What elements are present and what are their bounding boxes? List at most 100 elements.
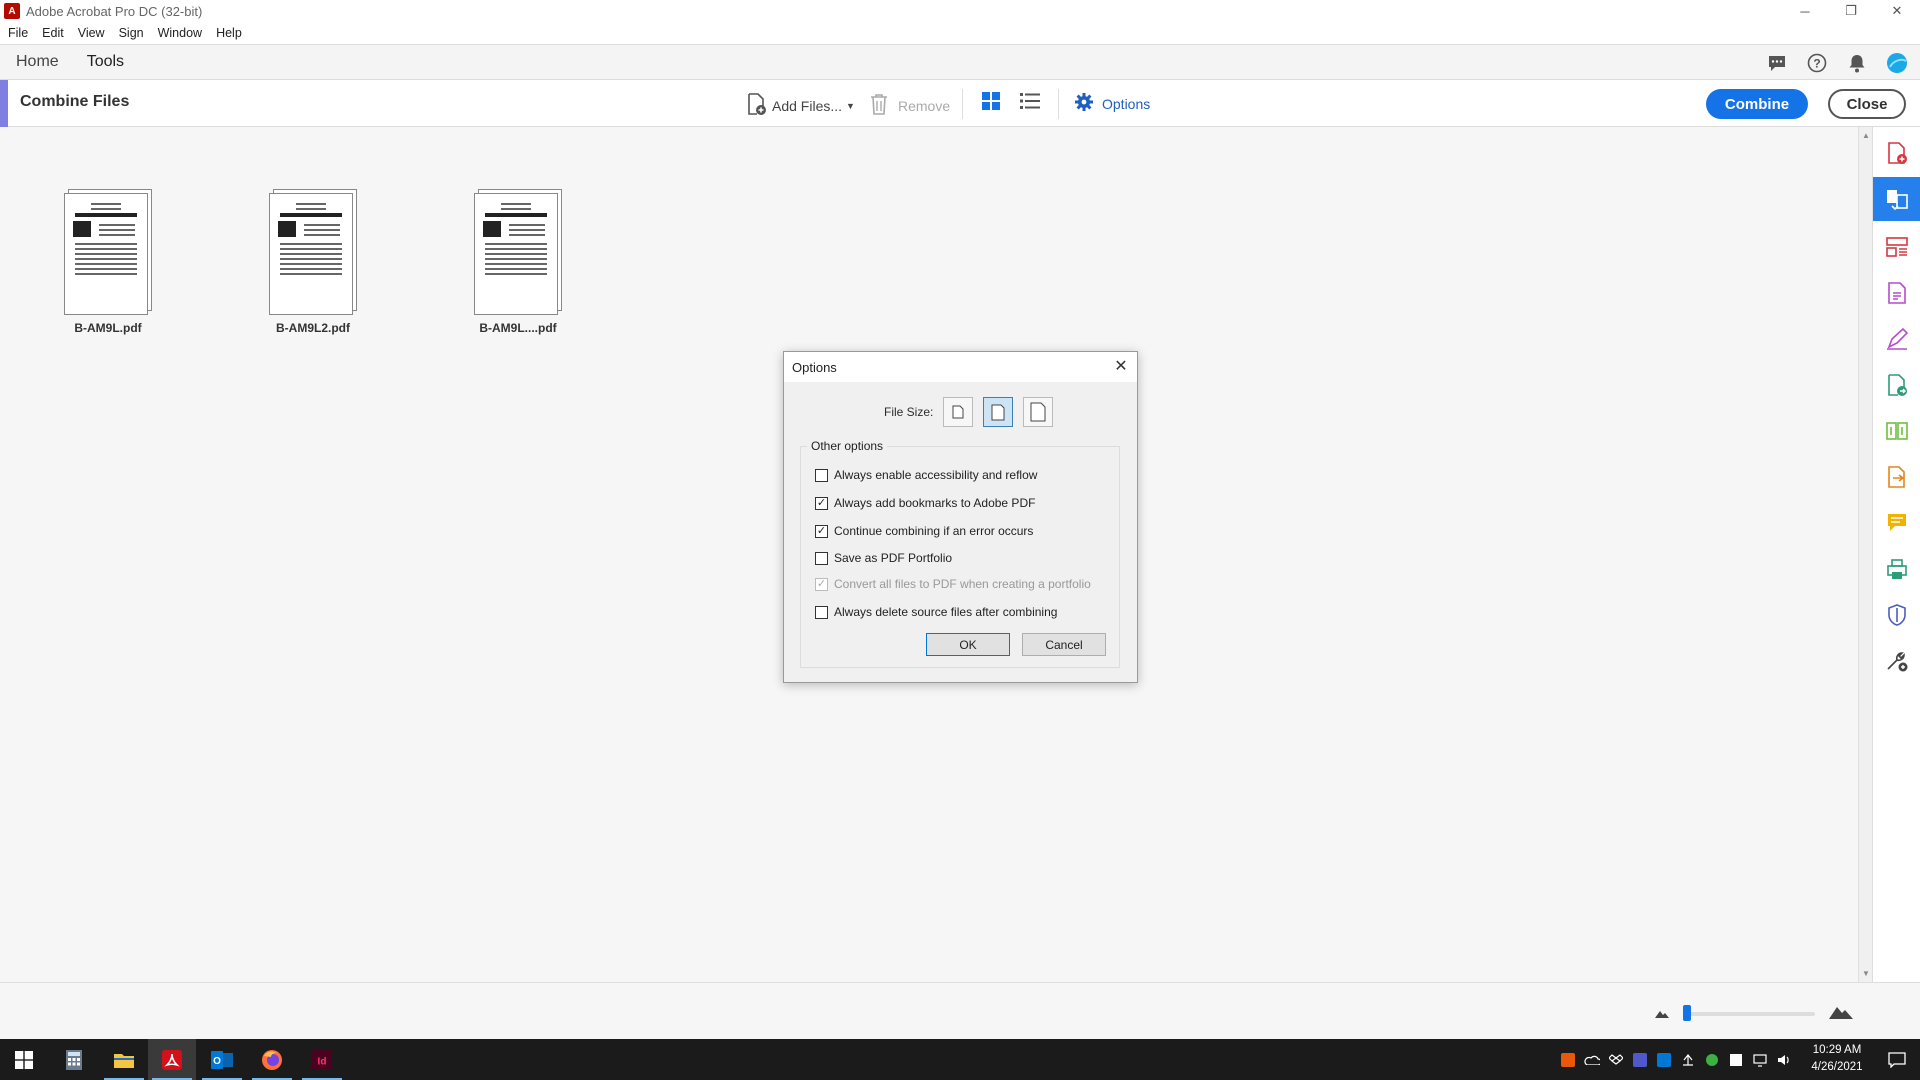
- avatar[interactable]: [1884, 50, 1910, 76]
- checkbox[interactable]: [815, 551, 828, 565]
- checkbox[interactable]: ✓: [815, 524, 828, 538]
- checkbox[interactable]: [815, 605, 828, 619]
- option-accessibility[interactable]: Always enable accessibility and reflow: [815, 468, 1037, 482]
- onedrive-icon[interactable]: [1584, 1052, 1600, 1068]
- security-tray-icon[interactable]: [1728, 1052, 1744, 1068]
- large-mountain-icon[interactable]: [1829, 1003, 1853, 1024]
- option-label: Always add bookmarks to Adobe PDF: [834, 496, 1036, 510]
- title-bar: A Adobe Acrobat Pro DC (32-bit) ─ ❐ ✕: [0, 0, 1920, 22]
- svg-text:O: O: [213, 1056, 221, 1067]
- options-button[interactable]: Options: [1074, 92, 1150, 115]
- file-item[interactable]: B-AM9L.pdf: [48, 189, 168, 335]
- checkbox[interactable]: ✓: [815, 577, 828, 591]
- edit-pdf-icon[interactable]: [1881, 277, 1913, 309]
- menu-help[interactable]: Help: [216, 26, 242, 40]
- combine-button[interactable]: Combine: [1706, 89, 1808, 119]
- taskbar-clock[interactable]: 10:29 AM 4/26/2021: [1802, 1042, 1872, 1076]
- option-save-portfolio[interactable]: Save as PDF Portfolio: [815, 551, 952, 565]
- file-item[interactable]: B-AM9L2.pdf: [253, 189, 373, 335]
- list-view-button[interactable]: [1020, 92, 1040, 113]
- menu-sign[interactable]: Sign: [119, 26, 144, 40]
- tool-accent-bar: [0, 80, 8, 127]
- grid-icon: [982, 92, 1000, 113]
- nav-right-icons: ?: [1764, 50, 1910, 76]
- acrobat-icon[interactable]: [148, 1039, 196, 1080]
- option-convert-portfolio[interactable]: ✓ Convert all files to PDF when creating…: [815, 577, 1091, 591]
- option-label: Continue combining if an error occurs: [834, 524, 1034, 538]
- scroll-up-icon[interactable]: ▲: [1862, 131, 1870, 140]
- file-explorer-icon[interactable]: [100, 1039, 148, 1080]
- menu-file[interactable]: File: [8, 26, 28, 40]
- remove-button[interactable]: Remove: [868, 92, 950, 119]
- send-for-review-icon[interactable]: [1881, 461, 1913, 493]
- volume-icon[interactable]: [1776, 1052, 1792, 1068]
- dropbox-icon[interactable]: [1608, 1052, 1624, 1068]
- window-controls: ─ ❐ ✕: [1782, 0, 1920, 22]
- compare-files-icon[interactable]: [1881, 415, 1913, 447]
- protect-icon[interactable]: [1881, 599, 1913, 631]
- file-size-default-button[interactable]: [983, 397, 1014, 427]
- create-pdf-icon[interactable]: [1881, 137, 1913, 169]
- organize-pages-icon[interactable]: [1881, 231, 1913, 263]
- calculator-icon[interactable]: [50, 1039, 98, 1080]
- display-icon[interactable]: [1752, 1052, 1768, 1068]
- add-files-label: Add Files...: [772, 97, 843, 114]
- print-production-icon[interactable]: [1881, 553, 1913, 585]
- file-size-large-button[interactable]: [1023, 397, 1054, 427]
- menu-bar: File Edit View Sign Window Help: [0, 22, 1920, 44]
- slider-handle[interactable]: [1683, 1004, 1691, 1021]
- scroll-down-icon[interactable]: ▼: [1862, 969, 1870, 978]
- menu-view[interactable]: View: [78, 26, 105, 40]
- add-files-button[interactable]: Add Files... ▼: [744, 92, 855, 119]
- more-tools-icon[interactable]: [1881, 645, 1913, 677]
- indesign-icon[interactable]: Id: [298, 1039, 346, 1080]
- thumbnail-view-button[interactable]: [982, 92, 1000, 113]
- tab-tools[interactable]: Tools: [87, 53, 124, 71]
- menu-edit[interactable]: Edit: [42, 26, 64, 40]
- option-delete-source[interactable]: Always delete source files after combini…: [815, 605, 1057, 619]
- comment-tool-icon[interactable]: [1881, 507, 1913, 539]
- system-tray: [1560, 1039, 1792, 1080]
- office-tray-icon[interactable]: [1560, 1052, 1576, 1068]
- option-continue-on-error[interactable]: ✓ Continue combining if an error occurs: [815, 524, 1033, 538]
- cancel-button[interactable]: Cancel: [1022, 633, 1106, 656]
- checkbox[interactable]: ✓: [815, 496, 828, 510]
- option-label: Convert all files to PDF when creating a…: [834, 577, 1091, 591]
- option-label: Save as PDF Portfolio: [834, 551, 953, 565]
- tab-home[interactable]: Home: [16, 53, 59, 71]
- restore-button[interactable]: ❐: [1828, 0, 1874, 22]
- thumbnail-size-slider[interactable]: [1683, 1004, 1815, 1021]
- notification-center-icon[interactable]: [1874, 1039, 1920, 1080]
- green-status-icon[interactable]: [1704, 1052, 1720, 1068]
- combine-files-icon[interactable]: [1873, 177, 1920, 221]
- option-bookmarks[interactable]: ✓ Always add bookmarks to Adobe PDF: [815, 496, 1035, 510]
- firefox-icon[interactable]: [248, 1039, 296, 1080]
- fill-sign-icon[interactable]: [1881, 323, 1913, 355]
- file-item[interactable]: B-AM9L....pdf: [458, 189, 578, 335]
- outlook-tray-icon[interactable]: [1656, 1052, 1672, 1068]
- teams-icon[interactable]: [1632, 1052, 1648, 1068]
- toolbar-divider: [962, 89, 963, 119]
- menu-window[interactable]: Window: [158, 26, 202, 40]
- export-pdf-icon[interactable]: [1881, 369, 1913, 401]
- ok-button[interactable]: OK: [926, 633, 1010, 656]
- close-tool-button[interactable]: Close: [1828, 89, 1906, 119]
- svg-text:Id: Id: [318, 1056, 327, 1067]
- bell-icon[interactable]: [1844, 50, 1870, 76]
- outlook-icon[interactable]: O: [198, 1039, 246, 1080]
- comment-icon[interactable]: [1764, 50, 1790, 76]
- close-window-button[interactable]: ✕: [1874, 0, 1920, 22]
- group-label: Other options: [807, 439, 888, 453]
- network-activity-icon[interactable]: [1680, 1052, 1696, 1068]
- options-label: Options: [1102, 95, 1151, 112]
- minimize-button[interactable]: ─: [1782, 0, 1828, 22]
- help-icon[interactable]: ?: [1804, 50, 1830, 76]
- vertical-scrollbar[interactable]: ▲ ▼: [1858, 127, 1872, 982]
- file-size-small-button[interactable]: [943, 397, 974, 427]
- status-bar: [0, 982, 1920, 1039]
- checkbox[interactable]: [815, 468, 828, 482]
- start-button[interactable]: [0, 1039, 48, 1080]
- dialog-close-icon[interactable]: ✕: [1111, 356, 1131, 376]
- small-mountain-icon[interactable]: [1655, 1005, 1669, 1023]
- chevron-down-icon[interactable]: ▼: [846, 101, 855, 111]
